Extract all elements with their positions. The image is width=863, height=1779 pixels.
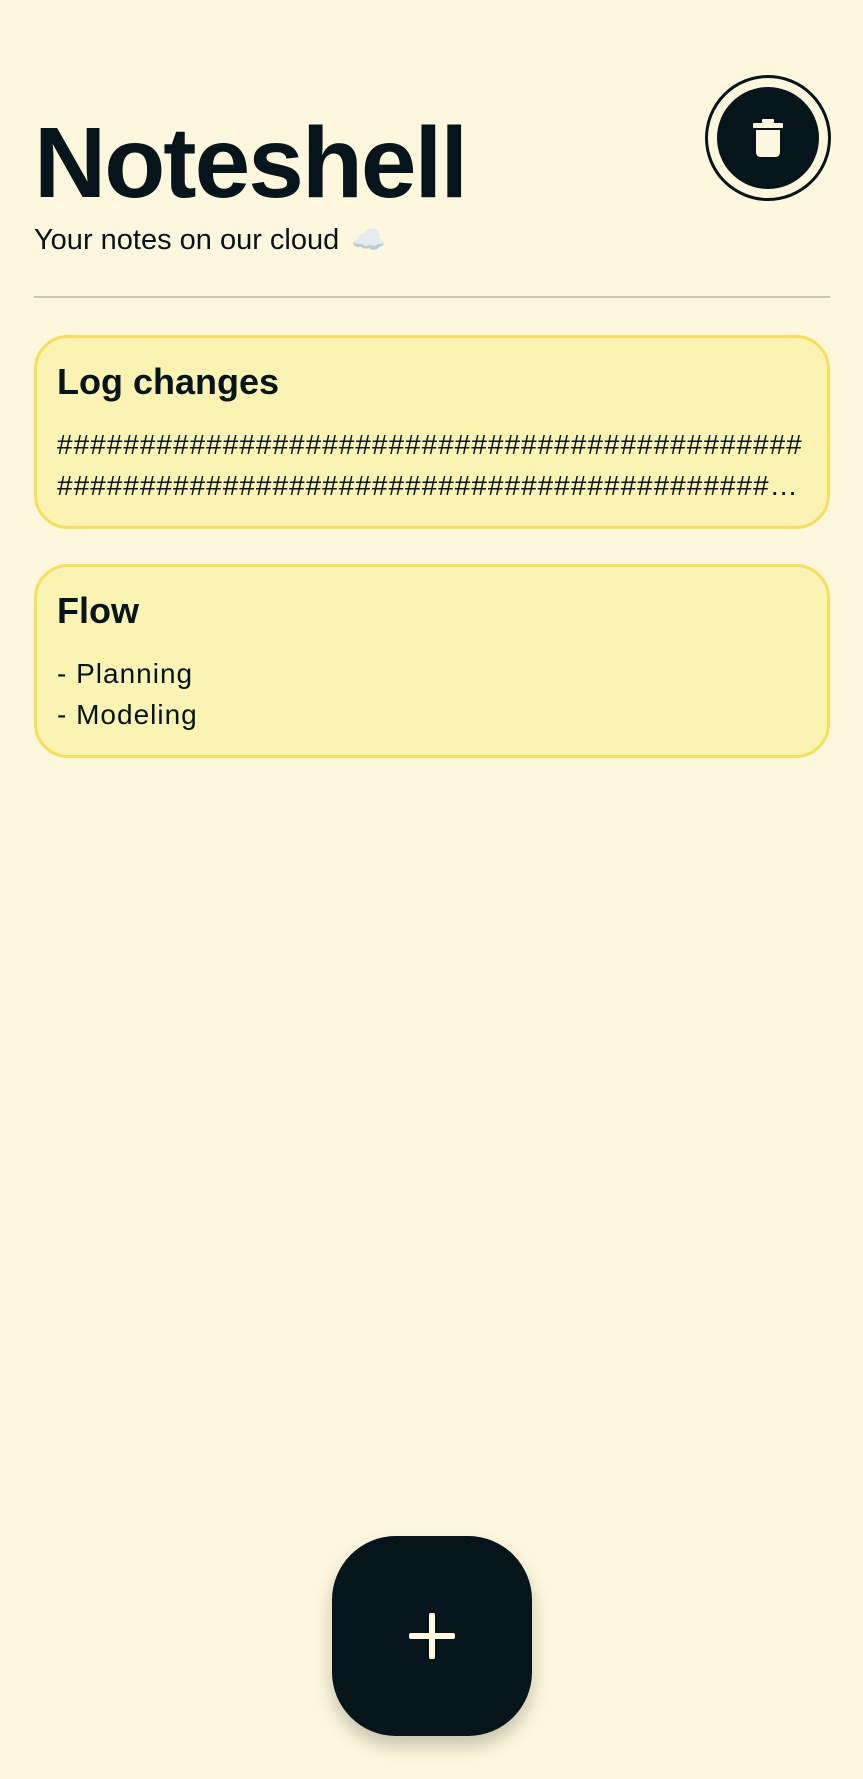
note-card[interactable]: Log changes ############################… bbox=[34, 335, 830, 529]
subtitle-text: Your notes on our cloud bbox=[34, 224, 340, 256]
notes-screen: Noteshell Your notes on our cloud ☁️ Log… bbox=[0, 0, 863, 1779]
note-title: Flow bbox=[57, 590, 139, 631]
plus-icon bbox=[409, 1613, 455, 1659]
app-subtitle: Your notes on our cloud ☁️ bbox=[34, 222, 830, 258]
header-divider bbox=[34, 296, 830, 298]
cloud-icon: ☁️ bbox=[351, 224, 387, 255]
note-body: - Planning - Modeling bbox=[57, 658, 198, 730]
delete-notes-button[interactable] bbox=[705, 75, 831, 201]
add-note-button[interactable] bbox=[332, 1536, 532, 1736]
note-card[interactable]: Flow - Planning - Modeling bbox=[34, 564, 830, 758]
note-list: Log changes ############################… bbox=[34, 335, 830, 793]
trash-icon bbox=[753, 119, 783, 157]
note-title: Log changes bbox=[57, 361, 280, 402]
note-body: ########################################… bbox=[57, 429, 803, 501]
delete-button-fill bbox=[717, 87, 819, 189]
